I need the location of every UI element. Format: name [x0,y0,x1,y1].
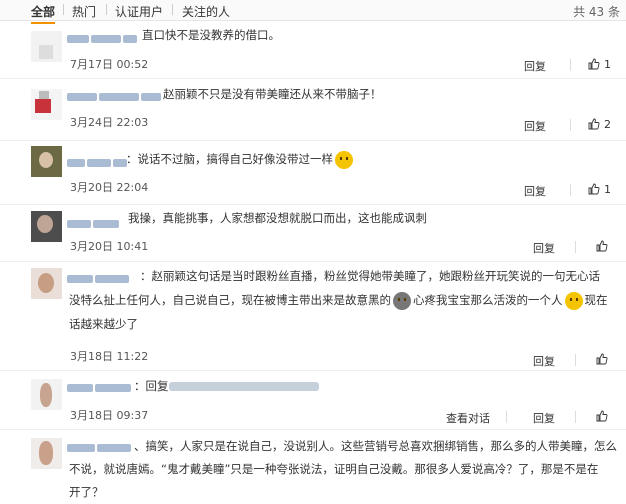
comment-filter-tabs: 全部 热门 认证用户 关注的人 共 43 条 [0,0,626,24]
username-blurred[interactable] [67,271,131,283]
thumbs-up-icon [588,183,600,195]
emoji-icon [564,291,583,310]
avatar[interactable] [31,379,62,410]
avatar[interactable] [31,438,62,469]
reply-button[interactable]: 回复 [524,118,546,134]
comment-time: 3月18日 11:22 [70,350,149,363]
username-blurred[interactable] [67,89,163,101]
username-blurred[interactable] [67,440,133,452]
comment-text: ：赵丽颖这句话是当时跟粉丝直播，粉丝觉得她带美瞳了，她跟粉丝开玩笑说的一句无心话 [140,269,600,283]
action-divider [570,184,571,196]
tab-divider [63,4,64,15]
action-divider [570,119,571,131]
like-count: 1 [604,183,611,196]
comment-item: 赵丽颖不只是没有带美瞳还从来不带脑子！ 3月24日 22:03 回复 2 [0,79,626,141]
tab-verified[interactable]: 认证用户 [115,3,163,20]
username-blurred[interactable] [67,216,121,228]
comment-time: 3月20日 10:41 [70,240,149,253]
comment-text: 赵丽颖不只是没有带美瞳还从来不带脑子！ [163,87,382,101]
tab-following[interactable]: 关注的人 [182,3,230,20]
avatar[interactable] [31,211,62,242]
comment-item: ：赵丽颖这句话是当时跟粉丝直播，粉丝觉得她带美瞳了，她跟粉丝开玩笑说的一句无心话… [0,262,626,371]
comment-text: 我操，真能挑事，人家想都没想就脱口而出，这也能成讽刺 [128,211,427,225]
like-button[interactable]: 2 [588,118,611,131]
comment-item: ：回复 3月18日 09:37 查看对话 回复 [0,371,626,430]
avatar[interactable] [31,268,62,299]
view-dialog-button[interactable]: 查看对话 [446,410,490,426]
comment-text: 直口快不是没教养的借口。 [142,28,280,42]
avatar[interactable] [31,146,62,177]
like-count: 1 [604,58,611,71]
thumbs-up-icon [596,353,608,365]
tab-all[interactable]: 全部 [31,3,56,24]
reply-button[interactable]: 回复 [533,410,555,426]
thumbs-up-icon [588,58,600,70]
comment-item: ：说话不过脑，搞得自己好像没带过一样 3月20日 22:04 回复 1 [0,141,626,205]
comment-time: 7月17日 00:52 [70,58,149,71]
action-divider [575,354,576,366]
reply-button[interactable]: 回复 [533,353,555,369]
comment-text: ：回复 [134,374,319,398]
emoji-icon [393,291,411,310]
like-button[interactable] [596,353,612,366]
username-blurred[interactable] [67,380,133,392]
comment-time: 3月24日 22:03 [70,116,149,129]
tab-divider [106,4,107,15]
comment-item: 直口快不是没教养的借口。 7月17日 00:52 回复 1 [0,21,626,79]
action-divider [570,59,571,71]
reply-button[interactable]: 回复 [524,58,546,74]
like-count: 2 [604,118,611,131]
comment-text: 、搞笑，人家只是在说自己，没说别人。这些营销号总喜欢捆绑销售，那么多的人带美瞳，… [134,439,617,453]
comment-time: 3月20日 22:04 [70,181,149,194]
action-divider [506,411,507,423]
comment-time: 3月18日 09:37 [70,409,149,422]
comment-text: 话越来越少了 [69,317,138,331]
comment-text: 不说，就说唐嫣。“鬼才戴美瞳”只是一种夸张说法，证明自己没戴。那很多人爱说高冷？… [69,462,599,476]
tab-divider [172,4,173,15]
thumbs-up-icon [588,118,600,130]
comment-text: ：说话不过脑，搞得自己好像没带过一样 [126,147,355,171]
reply-button[interactable]: 回复 [524,183,546,199]
comment-text: 没特么扯上任何人，自己说自己，现在被博主带出来是故意黑的 心疼我宝宝那么活泼的一个… [69,288,608,312]
action-divider [575,411,576,423]
username-blurred[interactable] [67,155,129,167]
comment-item: 、搞笑，人家只是在说自己，没说别人。这些营销号总喜欢捆绑销售，那么多的人带美瞳，… [0,430,626,499]
comment-total: 共 43 条 [573,5,620,19]
thumbs-up-icon [596,240,608,252]
like-button[interactable]: 1 [588,58,611,71]
action-divider [575,241,576,253]
comment-text: 开了？ [69,485,104,499]
emoji-icon [335,150,353,169]
like-button[interactable] [596,410,612,423]
comment-item: 我操，真能挑事，人家想都没想就脱口而出，这也能成讽刺 3月20日 10:41 回… [0,205,626,262]
avatar[interactable] [31,31,62,62]
like-button[interactable]: 1 [588,183,611,196]
tab-hot[interactable]: 热门 [72,3,96,20]
reply-button[interactable]: 回复 [533,240,555,256]
mention-blurred [168,382,319,391]
username-blurred[interactable] [67,31,139,43]
thumbs-up-icon [596,410,608,422]
like-button[interactable] [596,240,612,253]
avatar[interactable] [31,89,62,120]
